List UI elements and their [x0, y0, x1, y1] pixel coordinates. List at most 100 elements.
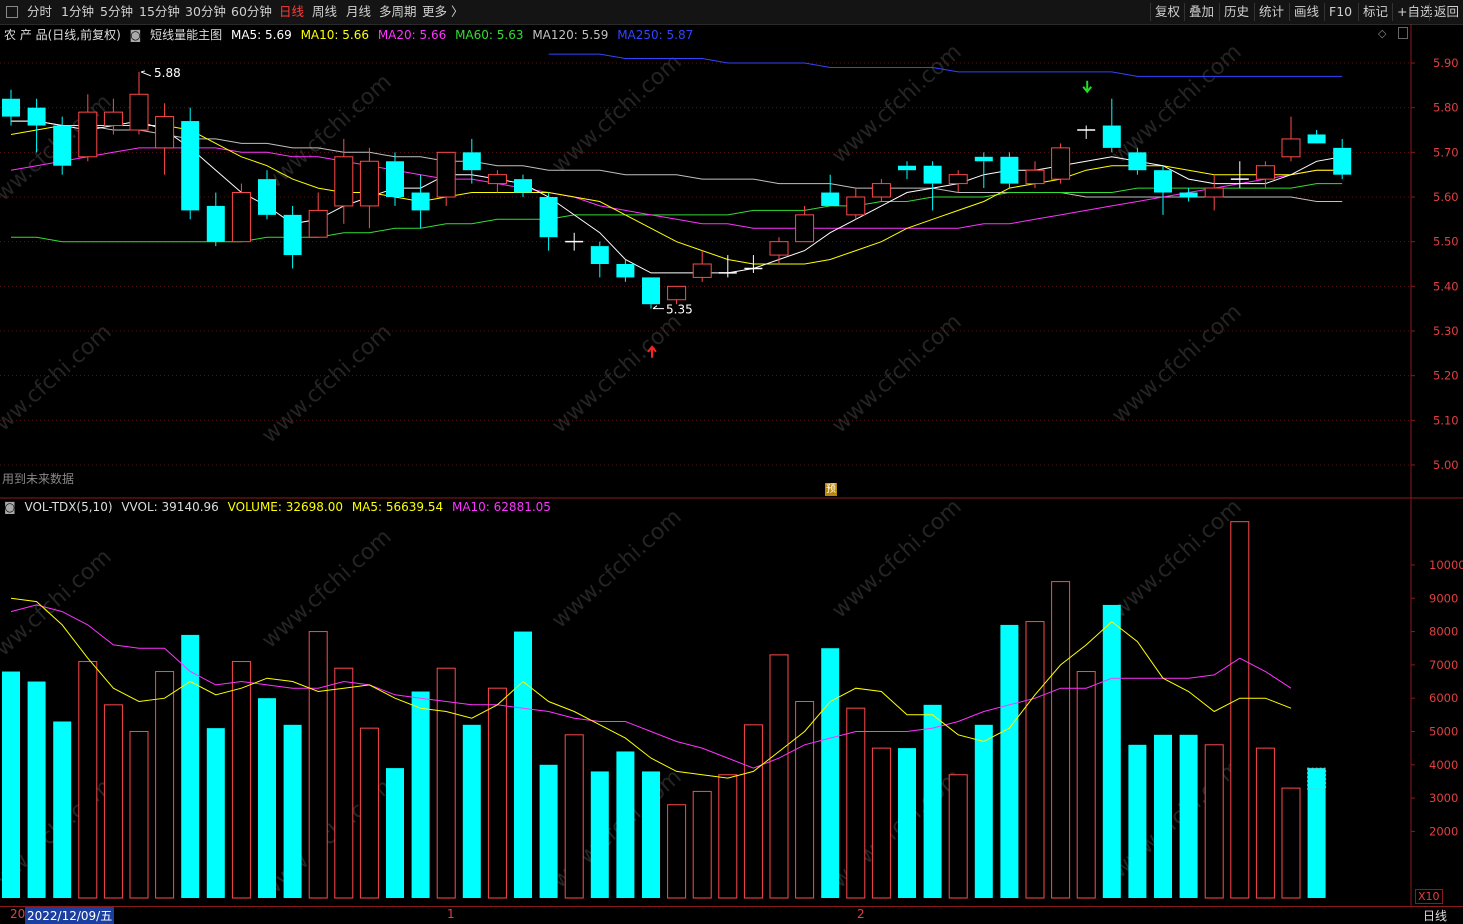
low-label: 5.35 [666, 303, 693, 317]
candle [1307, 130, 1326, 144]
date-axis: 20 2022/12/09/五 1 2 日线 [0, 906, 1463, 924]
volume-bar [1102, 604, 1121, 898]
volume-bar [667, 804, 687, 899]
period-tab-more[interactable]: 更多 〉 [422, 0, 463, 24]
period-tab-1min[interactable]: 1分钟 [61, 0, 94, 24]
volume-bar [590, 771, 609, 898]
period-tab-multi[interactable]: 多周期 [379, 0, 417, 24]
candle-body [411, 192, 430, 211]
vol-tick-label: 5000 [1429, 724, 1458, 738]
history-button[interactable]: 历史 [1219, 3, 1253, 21]
volume-bar [1281, 787, 1301, 899]
watermark: www.cfchi.com [0, 320, 117, 449]
candle-body [1281, 138, 1301, 158]
candle [1025, 161, 1045, 189]
price-chart-panel[interactable]: 农 产 品(日线,前复权) ◙ 短线量能主图 MA5: 5.69 MA10: 5… [0, 24, 1463, 499]
candle [590, 241, 609, 278]
volume-bar [743, 724, 763, 899]
watermark: www.cfchi.com [1107, 300, 1246, 429]
mark-button[interactable]: 标记 [1358, 3, 1392, 21]
stats-button[interactable]: 统计 [1254, 3, 1288, 21]
volume-bar [948, 774, 968, 899]
volume-bar [1307, 768, 1326, 898]
vol-tick-label: 3000 [1429, 791, 1458, 805]
candlestick-chart: 5.90 5.80 5.70 5.60 5.50 5.40 5.30 5.20 5.10 5.00… [0, 24, 1463, 499]
predict-badge[interactable]: 预 [825, 483, 837, 496]
candle-body [2, 98, 20, 117]
period-tab-monthly[interactable]: 月线 [346, 0, 371, 24]
price-tick-label: 5.50 [1433, 235, 1459, 249]
candle-body [1128, 152, 1147, 171]
candle-body [129, 93, 149, 131]
overlay-button[interactable]: 叠加 [1184, 3, 1218, 21]
volume-bar [231, 661, 251, 899]
volume-bar [308, 631, 328, 899]
candle-body [334, 156, 354, 207]
candle-body [1051, 147, 1071, 180]
volume-bar [411, 691, 430, 898]
collapse-icon[interactable] [6, 6, 18, 18]
price-tick-label: 5.20 [1433, 369, 1459, 383]
volume-bar [1230, 521, 1250, 899]
candle-body [359, 160, 379, 207]
candle-body [308, 209, 328, 238]
volume-bar [539, 764, 558, 898]
candle-body [769, 241, 789, 256]
period-tab-fenshi[interactable]: 分时 [27, 0, 52, 24]
volume-bar [616, 751, 635, 898]
period-tab-60min[interactable]: 60分钟 [231, 0, 272, 24]
candle-body [53, 125, 72, 166]
period-tab-weekly[interactable]: 周线 [312, 0, 337, 24]
volume-bar [974, 724, 993, 898]
high-pointer [140, 70, 152, 77]
candle [1333, 138, 1352, 180]
candle [487, 170, 507, 193]
candle [283, 205, 302, 269]
candle-body [206, 205, 225, 242]
candle-body [103, 111, 123, 127]
vol-ma5-line [10, 597, 1292, 779]
volume-chart: 10000 9000 8000 7000 6000 5000 4000 3000 2000 www… [0, 499, 1463, 907]
period-tab-daily[interactable]: 日线 [279, 0, 304, 24]
volume-panel[interactable]: ◙ VOL-TDX(5,10) VVOL: 39140.96 VOLUME: 3… [0, 499, 1463, 907]
period-tab-30min[interactable]: 30分钟 [185, 0, 226, 24]
price-tick-label: 5.30 [1433, 324, 1459, 338]
candle [231, 183, 251, 243]
period-tab-5min[interactable]: 5分钟 [100, 0, 133, 24]
draw-button[interactable]: 画线 [1289, 3, 1323, 21]
candle-body [948, 174, 968, 185]
price-tick-label: 5.80 [1433, 101, 1459, 115]
candle-body [1000, 156, 1019, 184]
candle [642, 277, 660, 309]
candle-body [1154, 170, 1172, 193]
volume-bar [1051, 581, 1071, 899]
volume-bar [692, 790, 712, 899]
date-prefix: 20 [10, 907, 26, 921]
price-tick-label: 5.60 [1433, 190, 1459, 204]
candle [1077, 125, 1096, 139]
fuquan-button[interactable]: 复权 [1150, 3, 1184, 21]
candle [1179, 188, 1198, 202]
volume-bar [258, 698, 276, 898]
high-label: 5.88 [154, 66, 181, 80]
back-button[interactable]: 返回 [1429, 3, 1463, 21]
candle [692, 250, 712, 282]
candle-body [1307, 134, 1326, 144]
candle-body [642, 277, 660, 305]
watermark: www.cfchi.com [1107, 499, 1246, 623]
vol-unit: X10 [1415, 889, 1443, 904]
volume-bar [78, 661, 98, 899]
volume-bar [283, 724, 302, 898]
candle-body [386, 161, 404, 197]
period-tab-15min[interactable]: 15分钟 [139, 0, 180, 24]
volume-bar [1000, 624, 1019, 898]
f10-button[interactable]: F10 [1324, 3, 1356, 21]
candle [718, 255, 737, 278]
candle [1281, 116, 1301, 162]
volume-bar [1204, 744, 1224, 899]
volume-bar [821, 648, 840, 898]
month-label-2: 2 [857, 907, 865, 921]
vol-tick-label: 7000 [1429, 658, 1458, 672]
volume-bar [27, 681, 46, 898]
watermark: www.cfchi.com [827, 499, 966, 623]
